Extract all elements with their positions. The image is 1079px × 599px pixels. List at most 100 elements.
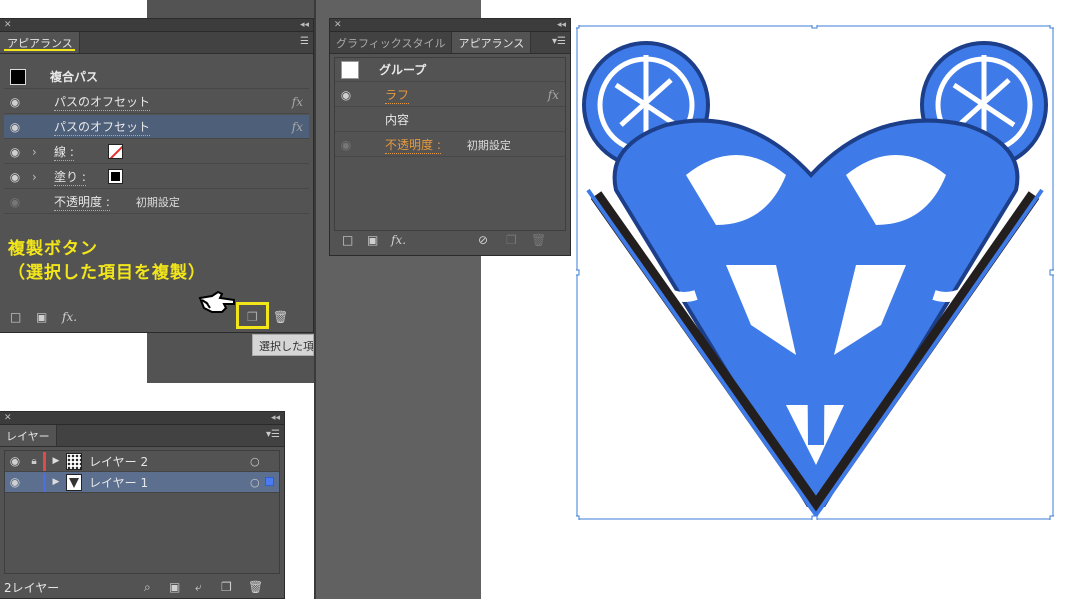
- fill-swatch-icon[interactable]: [107, 169, 123, 184]
- add-effect-fx-icon[interactable]: fx.: [391, 233, 406, 247]
- effect-label[interactable]: パスのオフセット: [54, 93, 151, 111]
- annotation-line-1: 複製ボタン: [8, 239, 98, 259]
- panel-titlebar[interactable]: ✕ ◂◂: [0, 19, 313, 32]
- add-fill-icon[interactable]: ▣: [36, 310, 47, 324]
- layer-name[interactable]: レイヤー 1: [89, 474, 148, 491]
- add-effect-fx-icon[interactable]: fx.: [62, 310, 77, 324]
- fx-icon[interactable]: fx: [292, 95, 303, 109]
- eye-icon[interactable]: ◉: [5, 454, 25, 468]
- stroke-row[interactable]: ◉ › 線 :: [4, 140, 309, 164]
- annotation-text: 複製ボタン （選択した項目を複製）: [8, 237, 206, 285]
- layers-panel: ✕ ◂◂ レイヤー ▾☰ ◉ 🔒︎ ▶ レイヤー 2 ○ ◉ ▶ レイヤー 1 …: [0, 411, 285, 599]
- fx-icon[interactable]: fx: [292, 120, 303, 134]
- handle-middle-right: [1049, 269, 1054, 276]
- appearance-list: グループ ◉ ラフ fx 内容 ◉ 不透明度 : 初期設定: [334, 57, 566, 231]
- panel-titlebar[interactable]: ✕ ◂◂: [330, 19, 570, 32]
- eye-icon[interactable]: ◉: [4, 145, 26, 159]
- tab-highlight-underline: [4, 49, 75, 51]
- duplicate-item-icon[interactable]: ❐: [506, 233, 517, 247]
- opacity-row[interactable]: ◉ 不透明度 : 初期設定: [335, 133, 565, 157]
- tab-appearance[interactable]: アピアランス: [0, 32, 80, 53]
- contents-row[interactable]: 内容: [335, 108, 565, 132]
- handle-top-center: [811, 25, 818, 29]
- artwork-group[interactable]: [582, 41, 1048, 517]
- disclosure-arrow-icon[interactable]: ›: [32, 170, 46, 184]
- clear-icon[interactable]: ⊘: [478, 233, 488, 247]
- disclosure-arrow-icon[interactable]: ›: [32, 145, 46, 159]
- selection-indicator[interactable]: [265, 477, 274, 486]
- eye-icon[interactable]: ◉: [4, 170, 26, 184]
- layer-search-icon[interactable]: ⌕: [144, 580, 151, 595]
- make-clipping-mask-icon[interactable]: ▣: [169, 580, 180, 594]
- eye-icon[interactable]: ◉: [5, 475, 25, 489]
- layer-thumbnail: [66, 473, 82, 491]
- fill-label[interactable]: 塗り :: [54, 168, 86, 186]
- collapse-icon[interactable]: ◂◂: [271, 413, 280, 423]
- eye-icon[interactable]: ◉: [4, 95, 26, 109]
- eye-icon[interactable]: ◉: [4, 120, 26, 134]
- annotation-line-2: （選択した項目を複製）: [8, 263, 206, 283]
- object-type-label: 複合パス: [50, 70, 99, 84]
- tab-appearance[interactable]: アピアランス: [452, 32, 532, 53]
- opacity-row[interactable]: ◉ 不透明度 : 初期設定: [4, 190, 309, 214]
- trash-icon[interactable]: 🗑: [273, 310, 288, 324]
- stroke-swatch-icon[interactable]: [107, 144, 123, 159]
- appearance-header-row[interactable]: 複合パス: [4, 65, 309, 89]
- object-swatch-icon: [10, 68, 26, 85]
- eye-icon[interactable]: ◉: [335, 88, 357, 102]
- layer-name[interactable]: レイヤー 2: [89, 453, 148, 470]
- panel-menu-icon[interactable]: ▾☰: [552, 36, 566, 47]
- close-icon[interactable]: ✕: [4, 20, 12, 30]
- tab-graphic-styles[interactable]: グラフィックスタイル: [330, 32, 453, 53]
- layer-count: 2レイヤー: [4, 580, 60, 595]
- target-icon[interactable]: ○: [250, 455, 260, 468]
- contents-label: 内容: [385, 113, 410, 127]
- trash-icon[interactable]: 🗑: [248, 580, 263, 594]
- handle-bottom-center: [811, 515, 818, 520]
- duplicate-button-highlight: [236, 302, 269, 329]
- collapse-icon[interactable]: ◂◂: [557, 20, 566, 30]
- eye-icon: ◉: [9, 194, 21, 209]
- close-icon[interactable]: ✕: [334, 20, 342, 30]
- appearance-panel-right: ✕ ◂◂ グラフィックスタイル アピアランス ▾☰ グループ ◉ ラフ fx 内…: [329, 18, 571, 256]
- opacity-label[interactable]: 不透明度 :: [54, 193, 110, 211]
- disclosure-arrow-icon[interactable]: ▶: [46, 456, 66, 466]
- fill-row[interactable]: ◉ › 塗り :: [4, 165, 309, 189]
- target-icon[interactable]: ○: [250, 476, 260, 489]
- collapse-icon[interactable]: ◂◂: [300, 20, 309, 30]
- layer-row-2[interactable]: ◉ 🔒︎ ▶ レイヤー 2 ○: [5, 451, 279, 472]
- appearance-header-row[interactable]: グループ: [335, 58, 565, 82]
- trash-icon[interactable]: 🗑: [531, 233, 546, 247]
- effect-label[interactable]: ラフ: [385, 86, 410, 104]
- add-stroke-icon[interactable]: □: [10, 310, 21, 324]
- effect-row-offset-1[interactable]: ◉ パスのオフセット fx: [4, 90, 309, 114]
- appearance-panel-left: ✕ ◂◂ アピアランス ☰ 複合パス ◉ パスのオフセット fx ◉ パスのオフ…: [0, 18, 314, 333]
- stroke-label[interactable]: 線 :: [54, 143, 74, 161]
- opacity-value: 初期設定: [466, 138, 511, 152]
- tab-layers[interactable]: レイヤー: [0, 425, 57, 446]
- effect-label[interactable]: パスのオフセット: [54, 118, 151, 136]
- opacity-label[interactable]: 不透明度 :: [385, 136, 441, 154]
- new-sublayer-icon[interactable]: ⤶: [195, 580, 202, 595]
- fx-icon[interactable]: fx: [548, 88, 559, 102]
- effect-row-roughen[interactable]: ◉ ラフ fx: [335, 83, 565, 107]
- hand-pointer-icon: [198, 290, 235, 313]
- strip-border: [314, 0, 316, 599]
- layers-list: ◉ 🔒︎ ▶ レイヤー 2 ○ ◉ ▶ レイヤー 1 ○: [4, 450, 280, 574]
- layer-row-1[interactable]: ◉ ▶ レイヤー 1 ○: [5, 472, 279, 493]
- handle-bottom-right: [1049, 515, 1054, 520]
- close-icon[interactable]: ✕: [4, 413, 12, 423]
- panel-menu-icon[interactable]: ☰: [300, 36, 309, 47]
- panel-menu-icon[interactable]: ▾☰: [266, 429, 280, 440]
- handle-top-left: [576, 25, 580, 29]
- add-stroke-icon[interactable]: □: [342, 233, 353, 247]
- artwork-canvas[interactable]: [576, 25, 1054, 520]
- add-fill-icon[interactable]: ▣: [367, 233, 378, 247]
- disclosure-arrow-icon[interactable]: ▶: [46, 477, 66, 487]
- tooltip: 選択した項: [252, 334, 314, 356]
- lock-icon[interactable]: 🔒︎: [25, 456, 43, 467]
- effect-row-offset-2[interactable]: ◉ パスのオフセット fx: [4, 115, 309, 139]
- object-type-label: グループ: [379, 63, 427, 77]
- panel-titlebar[interactable]: ✕ ◂◂: [0, 412, 284, 425]
- new-layer-icon[interactable]: ❐: [221, 580, 232, 594]
